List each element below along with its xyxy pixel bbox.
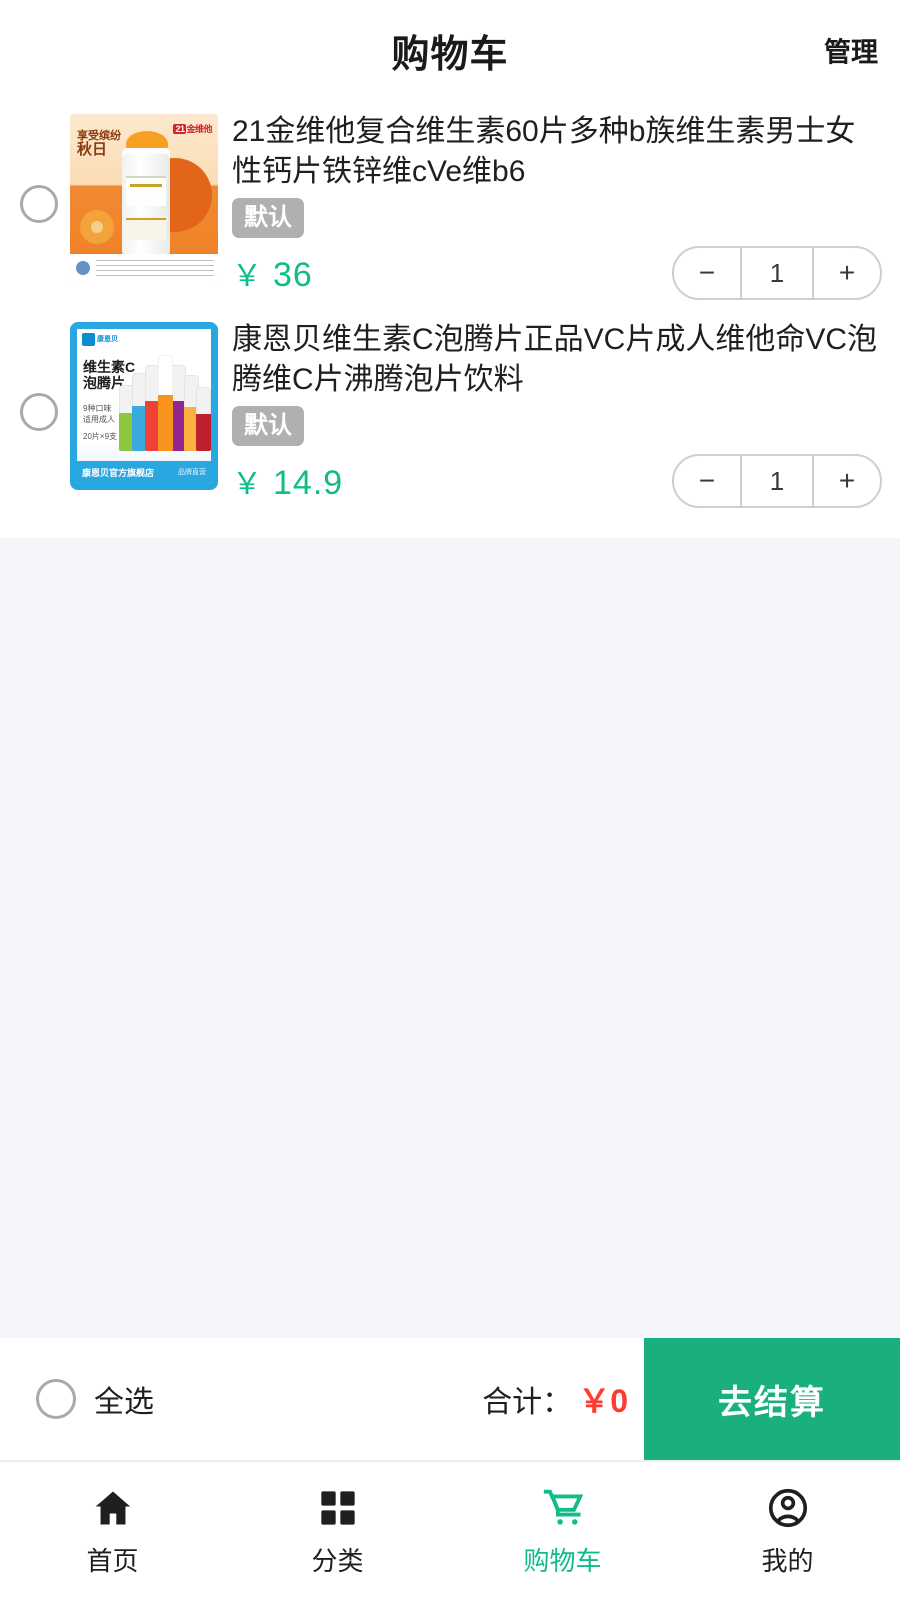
thumb-sub3: 20片×9支 bbox=[83, 432, 118, 441]
total-display: 合计： ￥0 bbox=[482, 1376, 644, 1422]
bottle-label-top bbox=[126, 176, 166, 206]
store-badge: 品牌直营 bbox=[178, 469, 206, 476]
price-and-quantity-row: ￥ 14.9 − 1 + bbox=[232, 454, 882, 508]
select-all-control[interactable]: 全选 bbox=[0, 1377, 154, 1421]
brand-mark-icon bbox=[82, 333, 95, 346]
total-value: ￥0 bbox=[578, 1383, 628, 1419]
price-and-quantity-row: ￥ 36 − 1 + bbox=[232, 246, 882, 300]
tab-category[interactable]: 分类 bbox=[225, 1462, 450, 1600]
spec-badge[interactable]: 默认 bbox=[232, 198, 304, 238]
quantity-stepper[interactable]: − 1 + bbox=[672, 454, 882, 508]
cart-item-list: 21 金维他 享受缤纷 秋日 21金维他复合维生素60片多种b族维生素男士女性钙片铁… bbox=[0, 100, 900, 538]
bottle-body bbox=[122, 154, 170, 258]
product-thumbnail[interactable]: 康恩贝 维生素C 泡腾片 9种口味 适用成人 20片×9支 康恩贝官方旗舰店 品… bbox=[70, 322, 218, 490]
bottle-label-bottom bbox=[126, 218, 166, 240]
empty-space bbox=[0, 538, 900, 1344]
cart-item[interactable]: 康恩贝 维生素C 泡腾片 9种口味 适用成人 20片×9支 康恩贝官方旗舰店 品… bbox=[0, 308, 900, 516]
price-value: 36 bbox=[273, 256, 313, 294]
brand-name: 康恩贝 bbox=[97, 336, 118, 343]
person-icon bbox=[766, 1485, 810, 1531]
thumb-brand-logo: 康恩贝 bbox=[82, 333, 118, 346]
checkout-bar: 全选 合计： ￥0 去结算 bbox=[0, 1338, 900, 1460]
quantity-stepper[interactable]: − 1 + bbox=[672, 246, 882, 300]
currency-symbol: ￥ bbox=[232, 468, 263, 501]
item-checkbox[interactable] bbox=[20, 185, 58, 223]
thumb-sub2: 适用成人 bbox=[83, 415, 115, 424]
decor-tube-group bbox=[119, 347, 211, 451]
product-price: ￥ 36 bbox=[232, 251, 313, 295]
thumb-subtext: 9种口味 适用成人 bbox=[83, 403, 115, 425]
thumb-vertical-text: 享受缤纷 秋日 bbox=[77, 130, 121, 158]
spec-badge[interactable]: 默认 bbox=[232, 406, 304, 446]
store-name: 康恩贝官方旗舰店 bbox=[82, 467, 155, 478]
item-checkbox[interactable] bbox=[20, 393, 58, 431]
price-value: 14.9 bbox=[273, 464, 344, 502]
decor-flower bbox=[80, 210, 114, 244]
product-title[interactable]: 康恩贝维生素C泡腾片正品VC片成人维他命VC泡腾维C片沸腾泡片饮料 bbox=[232, 320, 882, 400]
item-details: 21金维他复合维生素60片多种b族维生素男士女性钙片铁锌维cVe维b6 默认 ￥… bbox=[218, 108, 882, 300]
tab-profile[interactable]: 我的 bbox=[675, 1462, 900, 1600]
thumb-store-footer: 康恩贝官方旗舰店 品牌直营 bbox=[77, 461, 211, 483]
quantity-value[interactable]: 1 bbox=[740, 456, 814, 506]
cart-item[interactable]: 21 金维他 享受缤纷 秋日 21金维他复合维生素60片多种b族维生素男士女性钙片铁… bbox=[0, 100, 900, 308]
tab-cart[interactable]: 购物车 bbox=[450, 1462, 675, 1600]
quantity-value[interactable]: 1 bbox=[740, 248, 814, 298]
thumb-brand-label: 21 金维他 bbox=[173, 124, 212, 134]
product-price: ￥ 14.9 bbox=[232, 459, 343, 503]
tab-home[interactable]: 首页 bbox=[0, 1462, 225, 1600]
manage-button[interactable]: 管理 bbox=[824, 31, 878, 70]
bottom-tab-bar: 首页 分类 购物车 我的 bbox=[0, 1460, 900, 1600]
total-label: 合计： bbox=[482, 1386, 573, 1419]
item-details: 康恩贝维生素C泡腾片正品VC片成人维他命VC泡腾维C片沸腾泡片饮料 默认 ￥ 14… bbox=[218, 316, 882, 508]
currency-symbol: ￥ bbox=[232, 260, 263, 293]
select-all-checkbox[interactable] bbox=[36, 1379, 76, 1419]
tab-cart-label: 购物车 bbox=[523, 1545, 602, 1576]
cart-icon bbox=[541, 1485, 585, 1531]
page-header: 购物车 管理 bbox=[0, 0, 900, 100]
decrease-quantity-button[interactable]: − bbox=[674, 248, 740, 298]
page-title: 购物车 bbox=[391, 33, 509, 76]
checkout-button[interactable]: 去结算 bbox=[644, 1338, 900, 1460]
product-title[interactable]: 21金维他复合维生素60片多种b族维生素男士女性钙片铁锌维cVe维b6 bbox=[232, 112, 882, 192]
increase-quantity-button[interactable]: + bbox=[814, 456, 880, 506]
item-checkbox-cell[interactable] bbox=[8, 108, 70, 300]
item-checkbox-cell[interactable] bbox=[8, 316, 70, 508]
product-thumbnail[interactable]: 21 金维他 享受缤纷 秋日 bbox=[70, 114, 218, 282]
shopping-cart-screen: 购物车 管理 21 金维他 享受缤纷 秋日 21金维他复合维生素60片多种b族维… bbox=[0, 0, 900, 1600]
grid-icon bbox=[318, 1485, 358, 1531]
decrease-quantity-button[interactable]: − bbox=[674, 456, 740, 506]
select-all-label: 全选 bbox=[94, 1386, 154, 1419]
tab-category-label: 分类 bbox=[311, 1545, 364, 1576]
thumb-footnote bbox=[70, 254, 218, 282]
home-icon bbox=[91, 1485, 135, 1531]
thumb-sub1: 9种口味 bbox=[83, 404, 112, 413]
thumb-inner: 康恩贝 维生素C 泡腾片 9种口味 适用成人 20片×9支 康恩贝官方旗舰店 品… bbox=[77, 329, 211, 483]
tab-home-label: 首页 bbox=[86, 1545, 139, 1576]
tab-profile-label: 我的 bbox=[761, 1545, 814, 1576]
increase-quantity-button[interactable]: + bbox=[814, 248, 880, 298]
